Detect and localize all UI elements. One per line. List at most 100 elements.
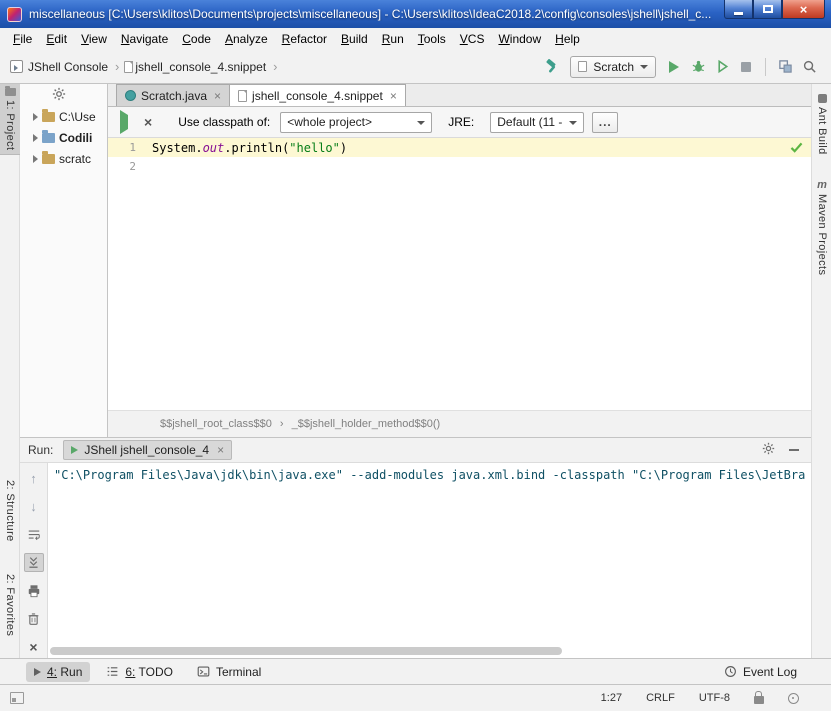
menu-help[interactable]: Help — [548, 29, 587, 49]
gear-icon[interactable] — [762, 442, 775, 458]
toolbar-separator — [765, 57, 766, 76]
breadcrumb-snippet-file[interactable]: jshell_console_4.snippet — [135, 60, 266, 74]
menu-build[interactable]: Build — [334, 29, 375, 49]
intellij-logo-icon — [7, 6, 22, 22]
menu-run[interactable]: Run — [375, 29, 411, 49]
event-log-button[interactable]: Event Log — [716, 662, 805, 682]
scroll-to-end-icon[interactable] — [23, 553, 44, 572]
status-bar: 1:27 CRLF UTF-8 — [0, 684, 831, 711]
menu-edit[interactable]: Edit — [39, 29, 74, 49]
tree-item-scratch-folder[interactable]: scratc — [20, 148, 107, 169]
tab-scratch-java[interactable]: Scratch.java × — [116, 84, 231, 106]
toolwindow-project-button[interactable]: 1: Project — [0, 84, 20, 156]
editor-tab-strip: Scratch.java × jshell_console_4.snippet … — [108, 84, 811, 107]
event-log-icon — [725, 666, 736, 677]
tab-jshell-snippet[interactable]: jshell_console_4.snippet × — [229, 84, 406, 106]
chevron-right-icon[interactable] — [33, 133, 38, 142]
menu-vcs[interactable]: VCS — [453, 29, 492, 49]
run-icon[interactable] — [662, 55, 686, 79]
menu-navigate[interactable]: Navigate — [114, 29, 175, 49]
snippet-file-icon — [238, 89, 248, 102]
inspections-ok-icon[interactable] — [790, 142, 803, 153]
caret-position[interactable]: 1:27 — [601, 692, 622, 704]
toolwindow-maven-button[interactable]: m Maven Projects — [812, 176, 831, 279]
build-hammer-icon[interactable] — [540, 55, 564, 79]
up-the-stack-icon[interactable]: ↑ — [24, 469, 44, 488]
browse-jre-button[interactable]: ... — [592, 111, 619, 133]
lock-icon[interactable] — [754, 691, 764, 704]
folder-icon — [42, 150, 55, 164]
structure-stripe-label: 2: Structure — [4, 480, 16, 542]
highlighting-level-icon[interactable] — [788, 692, 799, 704]
jre-dropdown[interactable]: Default (11 - — [490, 111, 585, 133]
tab-label: Scratch.java — [141, 88, 208, 103]
toolwindow-ant-button[interactable]: Ant Build — [812, 90, 831, 159]
breadcrumb-holder-method[interactable]: _$$jshell_holder_method$$0() — [292, 418, 441, 430]
console-command-line: "C:\Program Files\Java\jdk\bin\java.exe"… — [54, 468, 806, 482]
close-tab-icon[interactable]: × — [214, 90, 221, 102]
menu-view[interactable]: View — [74, 29, 114, 49]
line-number: 1 — [129, 141, 136, 154]
menu-refactor[interactable]: Refactor — [275, 29, 334, 49]
close-tab-icon[interactable]: × — [217, 444, 224, 456]
horizontal-scrollbar[interactable] — [50, 647, 562, 655]
terminal-icon — [197, 666, 210, 677]
run-console-output[interactable]: "C:\Program Files\Java\jdk\bin\java.exe"… — [48, 463, 811, 658]
window-title: miscellaneous [C:\Users\klitos\Documents… — [29, 7, 712, 21]
folder-icon — [42, 108, 55, 122]
toolwindow-favorites-button[interactable]: 2: Favorites — [0, 570, 20, 640]
run-console-tab[interactable]: JShell jshell_console_4 × — [63, 440, 233, 460]
down-the-stack-icon[interactable]: ↓ — [24, 497, 44, 516]
ant-stripe-label: Ant Build — [816, 107, 828, 155]
minimize-button[interactable] — [724, 0, 753, 19]
scratch-config-icon — [578, 61, 588, 72]
close-icon[interactable]: × — [144, 115, 152, 129]
toolwindow-todo-button[interactable]: 6: TODO — [98, 662, 181, 682]
chevron-separator-icon: › — [273, 59, 278, 74]
close-tab-icon[interactable]: × — [390, 90, 397, 102]
tree-item-project-root[interactable]: Codili — [20, 127, 107, 148]
line-separator[interactable]: CRLF — [646, 692, 675, 704]
chevron-right-icon[interactable] — [33, 112, 38, 121]
stop-icon[interactable] — [734, 55, 758, 79]
gear-icon[interactable] — [52, 87, 66, 104]
menu-analyze[interactable]: Analyze — [218, 29, 275, 49]
close-button[interactable]: × — [782, 0, 825, 19]
menu-code[interactable]: Code — [175, 29, 218, 49]
menu-tools[interactable]: Tools — [411, 29, 453, 49]
hide-panel-icon[interactable] — [789, 449, 799, 451]
run-tool-window: Run: JShell jshell_console_4 × ↑ ↓ × "C:… — [20, 437, 811, 658]
debug-bug-icon[interactable] — [686, 55, 710, 79]
code-editor[interactable]: 1 System.out.println("hello") 2 — [108, 138, 811, 410]
execute-snippet-icon[interactable] — [120, 110, 128, 134]
menu-window[interactable]: Window — [491, 29, 548, 49]
toolwindow-terminal-button[interactable]: Terminal — [189, 662, 269, 682]
tree-item-scratches[interactable]: C:\Use — [20, 106, 107, 127]
restore-layout-icon[interactable] — [773, 55, 797, 79]
toolwindow-run-button[interactable]: 4: Run — [26, 661, 91, 682]
chevron-right-icon[interactable] — [33, 154, 38, 163]
editor-zone: Scratch.java × jshell_console_4.snippet … — [108, 84, 811, 437]
breadcrumb-jshell-console[interactable]: JShell Console — [28, 60, 108, 74]
project-tree: C:\Use Codili scratc — [20, 106, 107, 169]
run-with-coverage-icon[interactable] — [710, 55, 734, 79]
clear-all-trash-icon[interactable] — [24, 609, 44, 628]
chevron-separator-icon: › — [115, 59, 120, 74]
print-icon[interactable] — [24, 581, 44, 600]
tab-label: jshell_console_4.snippet — [252, 88, 383, 103]
toolwindow-structure-button[interactable]: 2: Structure — [0, 476, 20, 546]
run-panel-body: ↑ ↓ × "C:\Program Files\Java\jdk\bin\jav… — [20, 463, 811, 658]
toolwindow-switcher-icon[interactable] — [10, 692, 24, 704]
close-console-icon[interactable]: × — [24, 637, 44, 656]
file-encoding[interactable]: UTF-8 — [699, 692, 730, 704]
soft-wrap-icon[interactable] — [24, 525, 44, 544]
menu-file[interactable]: File — [6, 29, 39, 49]
maximize-button[interactable] — [753, 0, 782, 19]
search-everywhere-icon[interactable] — [797, 55, 821, 79]
breadcrumb-root-class[interactable]: $$jshell_root_class$$0 — [160, 418, 272, 430]
editor-line[interactable]: 2 — [108, 157, 811, 176]
classpath-dropdown[interactable]: <whole project> — [280, 111, 433, 133]
run-configuration-selector[interactable]: Scratch — [570, 55, 656, 78]
editor-line[interactable]: 1 System.out.println("hello") — [108, 138, 811, 157]
run-tab-label: JShell jshell_console_4 — [84, 443, 210, 457]
